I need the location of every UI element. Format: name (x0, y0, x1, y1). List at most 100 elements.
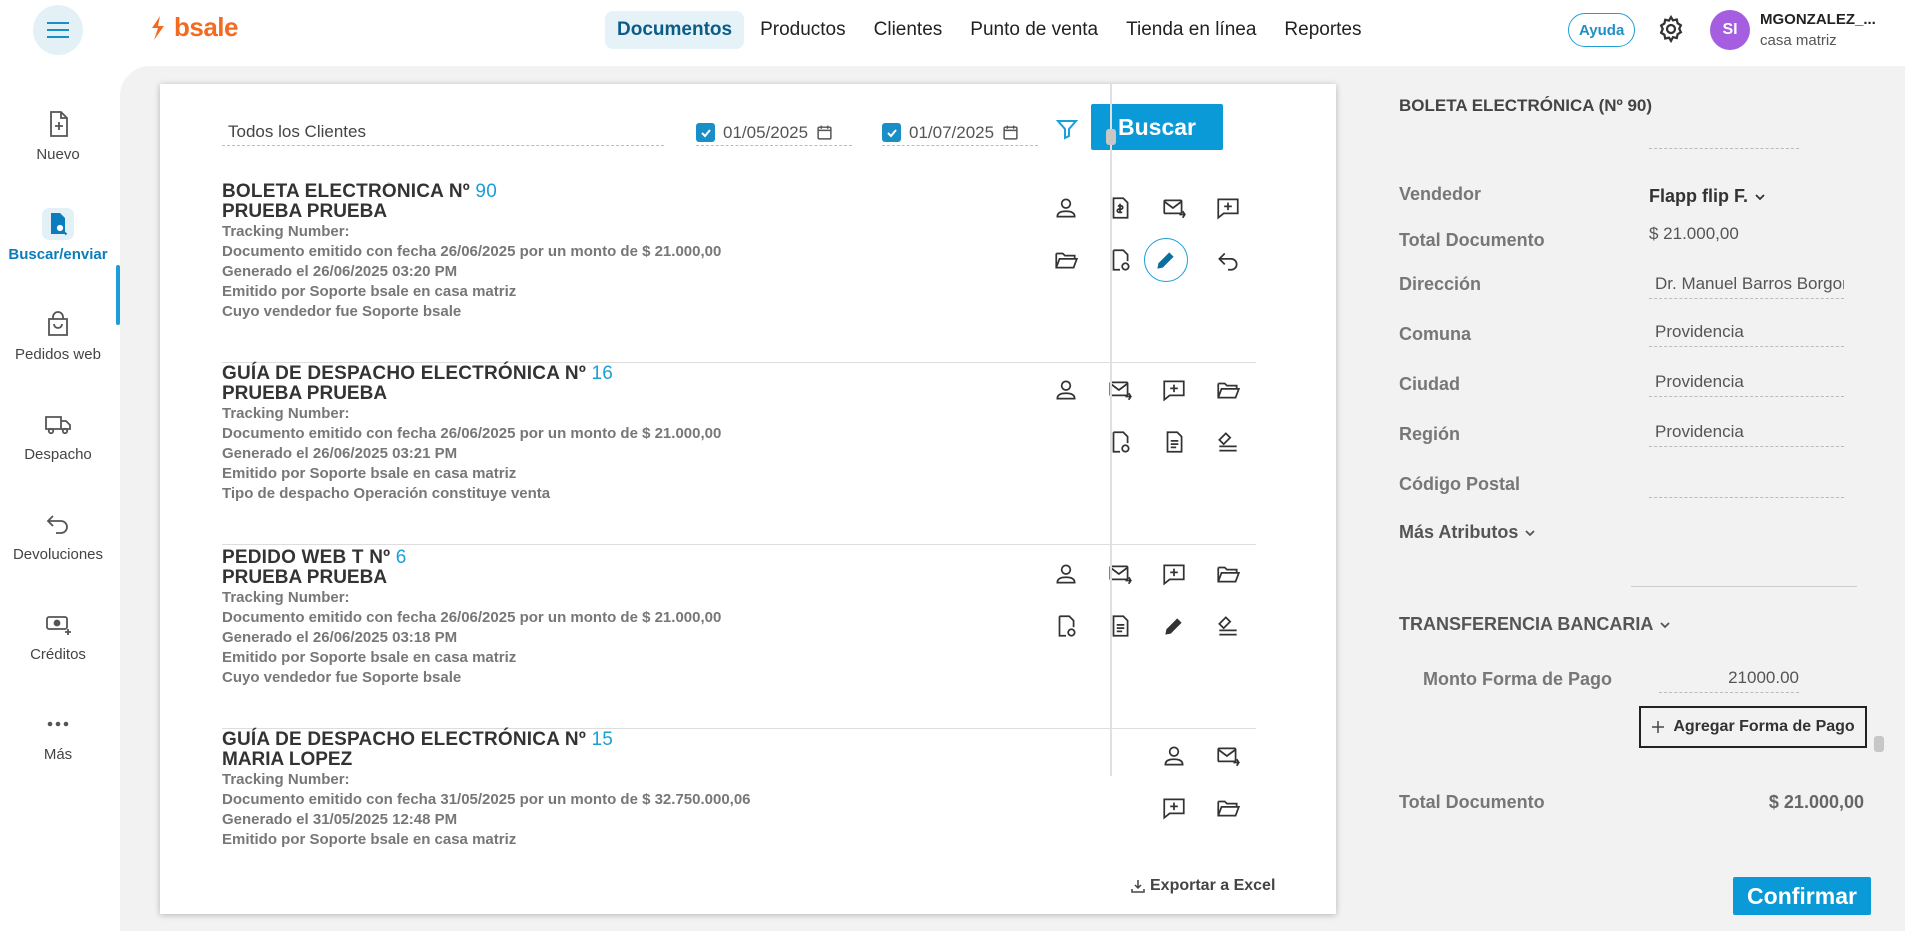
folder-open-icon (1055, 252, 1079, 269)
menu-toggle-button[interactable] (33, 5, 83, 55)
date-from-field[interactable]: 01/05/2025 (696, 120, 852, 146)
date-from-checkbox[interactable] (696, 123, 715, 142)
monto-input[interactable]: 21000.00 (1659, 668, 1799, 693)
list-item[interactable]: GUÍA DE DESPACHO ELECTRÓNICA Nº 15 MARIA… (222, 730, 1256, 854)
add-comment-button[interactable] (1156, 372, 1192, 408)
return-button[interactable] (1210, 242, 1246, 278)
sign-button[interactable] (1210, 424, 1246, 460)
return-icon (1218, 252, 1238, 271)
date-to-checkbox[interactable] (882, 123, 901, 142)
document-title: BOLETA ELECTRÓNICA Nº 90 (222, 182, 497, 202)
confirm-button[interactable]: Confirmar (1733, 877, 1871, 915)
document-number: 16 (591, 363, 613, 384)
export-excel-button[interactable]: Exportar a Excel (1130, 877, 1275, 895)
check-icon (700, 128, 711, 137)
folder-button[interactable] (1048, 242, 1084, 278)
nav-reportes[interactable]: Reportes (1272, 11, 1373, 49)
region-field[interactable]: Providencia (1649, 422, 1844, 447)
sidebar-item-despacho[interactable]: Despacho (0, 408, 116, 463)
direccion-field[interactable]: Dr. Manuel Barros Borgoño (1649, 274, 1844, 299)
sidebar-item-mas[interactable]: Más (0, 708, 116, 763)
sidebar-item-creditos[interactable]: Créditos (0, 608, 116, 663)
add-comment-button[interactable] (1156, 790, 1192, 826)
ciudad-row: Ciudad Providencia (1399, 372, 1879, 404)
vendedor-select[interactable]: Flapp flip F. (1649, 186, 1844, 211)
calendar-icon[interactable] (816, 124, 833, 141)
hamburger-icon (47, 22, 69, 38)
document-detail-button[interactable] (1156, 424, 1192, 460)
client-button[interactable] (1048, 190, 1084, 226)
sidebar-item-devoluciones[interactable]: Devoluciones (0, 508, 116, 563)
document-client: PRUEBA PRUEBA (222, 201, 388, 222)
panel-scrollbar-thumb[interactable] (1874, 736, 1884, 752)
document-client: MARIA LOPEZ (222, 749, 353, 770)
list-item[interactable]: GUÍA DE DESPACHO ELECTRÓNICA Nº 16 PRUEB… (222, 364, 1256, 546)
document-dispatch-type: Tipo de despacho Operación constituye ve… (222, 485, 551, 502)
more-attributes-toggle[interactable]: Más Atributos (1399, 522, 1536, 543)
folder-button[interactable] (1210, 790, 1246, 826)
check-icon (886, 128, 897, 137)
sidebar-item-label: Más (43, 746, 73, 763)
vendedor-label: Vendedor (1399, 184, 1482, 204)
folder-button[interactable] (1210, 372, 1246, 408)
nav-documentos[interactable]: Documentos (605, 11, 745, 49)
vendedor-value: Flapp flip F. (1649, 186, 1748, 206)
edit-button[interactable] (1156, 608, 1192, 644)
send-email-button[interactable] (1102, 556, 1138, 592)
add-payment-button[interactable]: Agregar Forma de Pago (1639, 706, 1867, 748)
nav-tienda-en-linea[interactable]: Tienda en línea (1114, 11, 1268, 49)
send-email-button[interactable] (1102, 372, 1138, 408)
payment-doc-button[interactable] (1102, 190, 1138, 226)
linked-doc-button[interactable] (1048, 608, 1084, 644)
user-name[interactable]: MGONZALEZ_... (1760, 11, 1876, 28)
send-email-button[interactable] (1210, 738, 1246, 774)
client-button[interactable] (1156, 738, 1192, 774)
document-tracking: Tracking Number: (222, 589, 350, 606)
mail-send-icon (1217, 747, 1240, 767)
client-button[interactable] (1048, 556, 1084, 592)
list-scrollbar-thumb[interactable] (1106, 129, 1116, 145)
linked-doc-button[interactable] (1102, 424, 1138, 460)
more-dots-icon (47, 721, 69, 727)
logo[interactable]: bsale (148, 12, 239, 43)
filter-icon[interactable] (1055, 117, 1079, 141)
list-item[interactable]: PEDIDO WEB T Nº 6 PRUEBA PRUEBA Tracking… (222, 548, 1256, 730)
main-nav: Documentos Productos Clientes Punto de v… (605, 11, 1374, 49)
calendar-icon[interactable] (1002, 124, 1019, 141)
sidebar-item-pedidos-web[interactable]: Pedidos web (0, 308, 116, 363)
user-icon (1056, 380, 1076, 400)
nav-productos[interactable]: Productos (748, 11, 858, 49)
document-detail-button[interactable] (1102, 608, 1138, 644)
date-to-field[interactable]: 01/07/2025 (882, 120, 1038, 146)
list-scrollbar-track[interactable] (1110, 84, 1112, 776)
edit-button[interactable] (1144, 238, 1188, 282)
documents-panel: Todos los Clientes 01/05/2025 01/07/2025… (160, 84, 1336, 914)
linked-doc-button[interactable] (1102, 242, 1138, 278)
payment-method-toggle[interactable]: TRANSFERENCIA BANCARIA (1399, 614, 1671, 635)
comuna-field[interactable]: Providencia (1649, 322, 1844, 347)
sidebar-item-buscar-enviar[interactable]: Buscar/enviar (0, 208, 116, 263)
sidebar-item-nuevo[interactable]: Nuevo (0, 108, 116, 163)
avatar[interactable]: SI (1710, 10, 1750, 50)
client-button[interactable] (1048, 372, 1084, 408)
folder-button[interactable] (1210, 556, 1246, 592)
user-icon (1056, 198, 1076, 218)
send-email-button[interactable] (1156, 190, 1192, 226)
document-generated: Generado el 26/06/2025 03:20 PM (222, 263, 458, 280)
gear-icon[interactable] (1656, 14, 1686, 44)
document-issuer: Emitido por Soporte bsale en casa matriz (222, 649, 517, 666)
nav-clientes[interactable]: Clientes (862, 11, 955, 49)
add-comment-button[interactable] (1156, 556, 1192, 592)
sign-button[interactable] (1210, 608, 1246, 644)
add-comment-button[interactable] (1210, 190, 1246, 226)
document-generated: Generado el 26/06/2025 03:18 PM (222, 629, 458, 646)
documents-list: BOLETA ELECTRÓNICA Nº 90 PRUEBA PRUEBA T… (222, 182, 1256, 854)
help-button[interactable]: Ayuda (1568, 13, 1636, 47)
new-document-icon (50, 111, 68, 137)
client-filter-input[interactable]: Todos los Clientes (222, 118, 664, 146)
ciudad-field[interactable]: Providencia (1649, 372, 1844, 397)
user-icon (1056, 564, 1076, 584)
nav-punto-de-venta[interactable]: Punto de venta (958, 11, 1110, 49)
codigo-postal-field[interactable] (1649, 472, 1844, 498)
list-item[interactable]: BOLETA ELECTRÓNICA Nº 90 PRUEBA PRUEBA T… (222, 182, 1256, 364)
